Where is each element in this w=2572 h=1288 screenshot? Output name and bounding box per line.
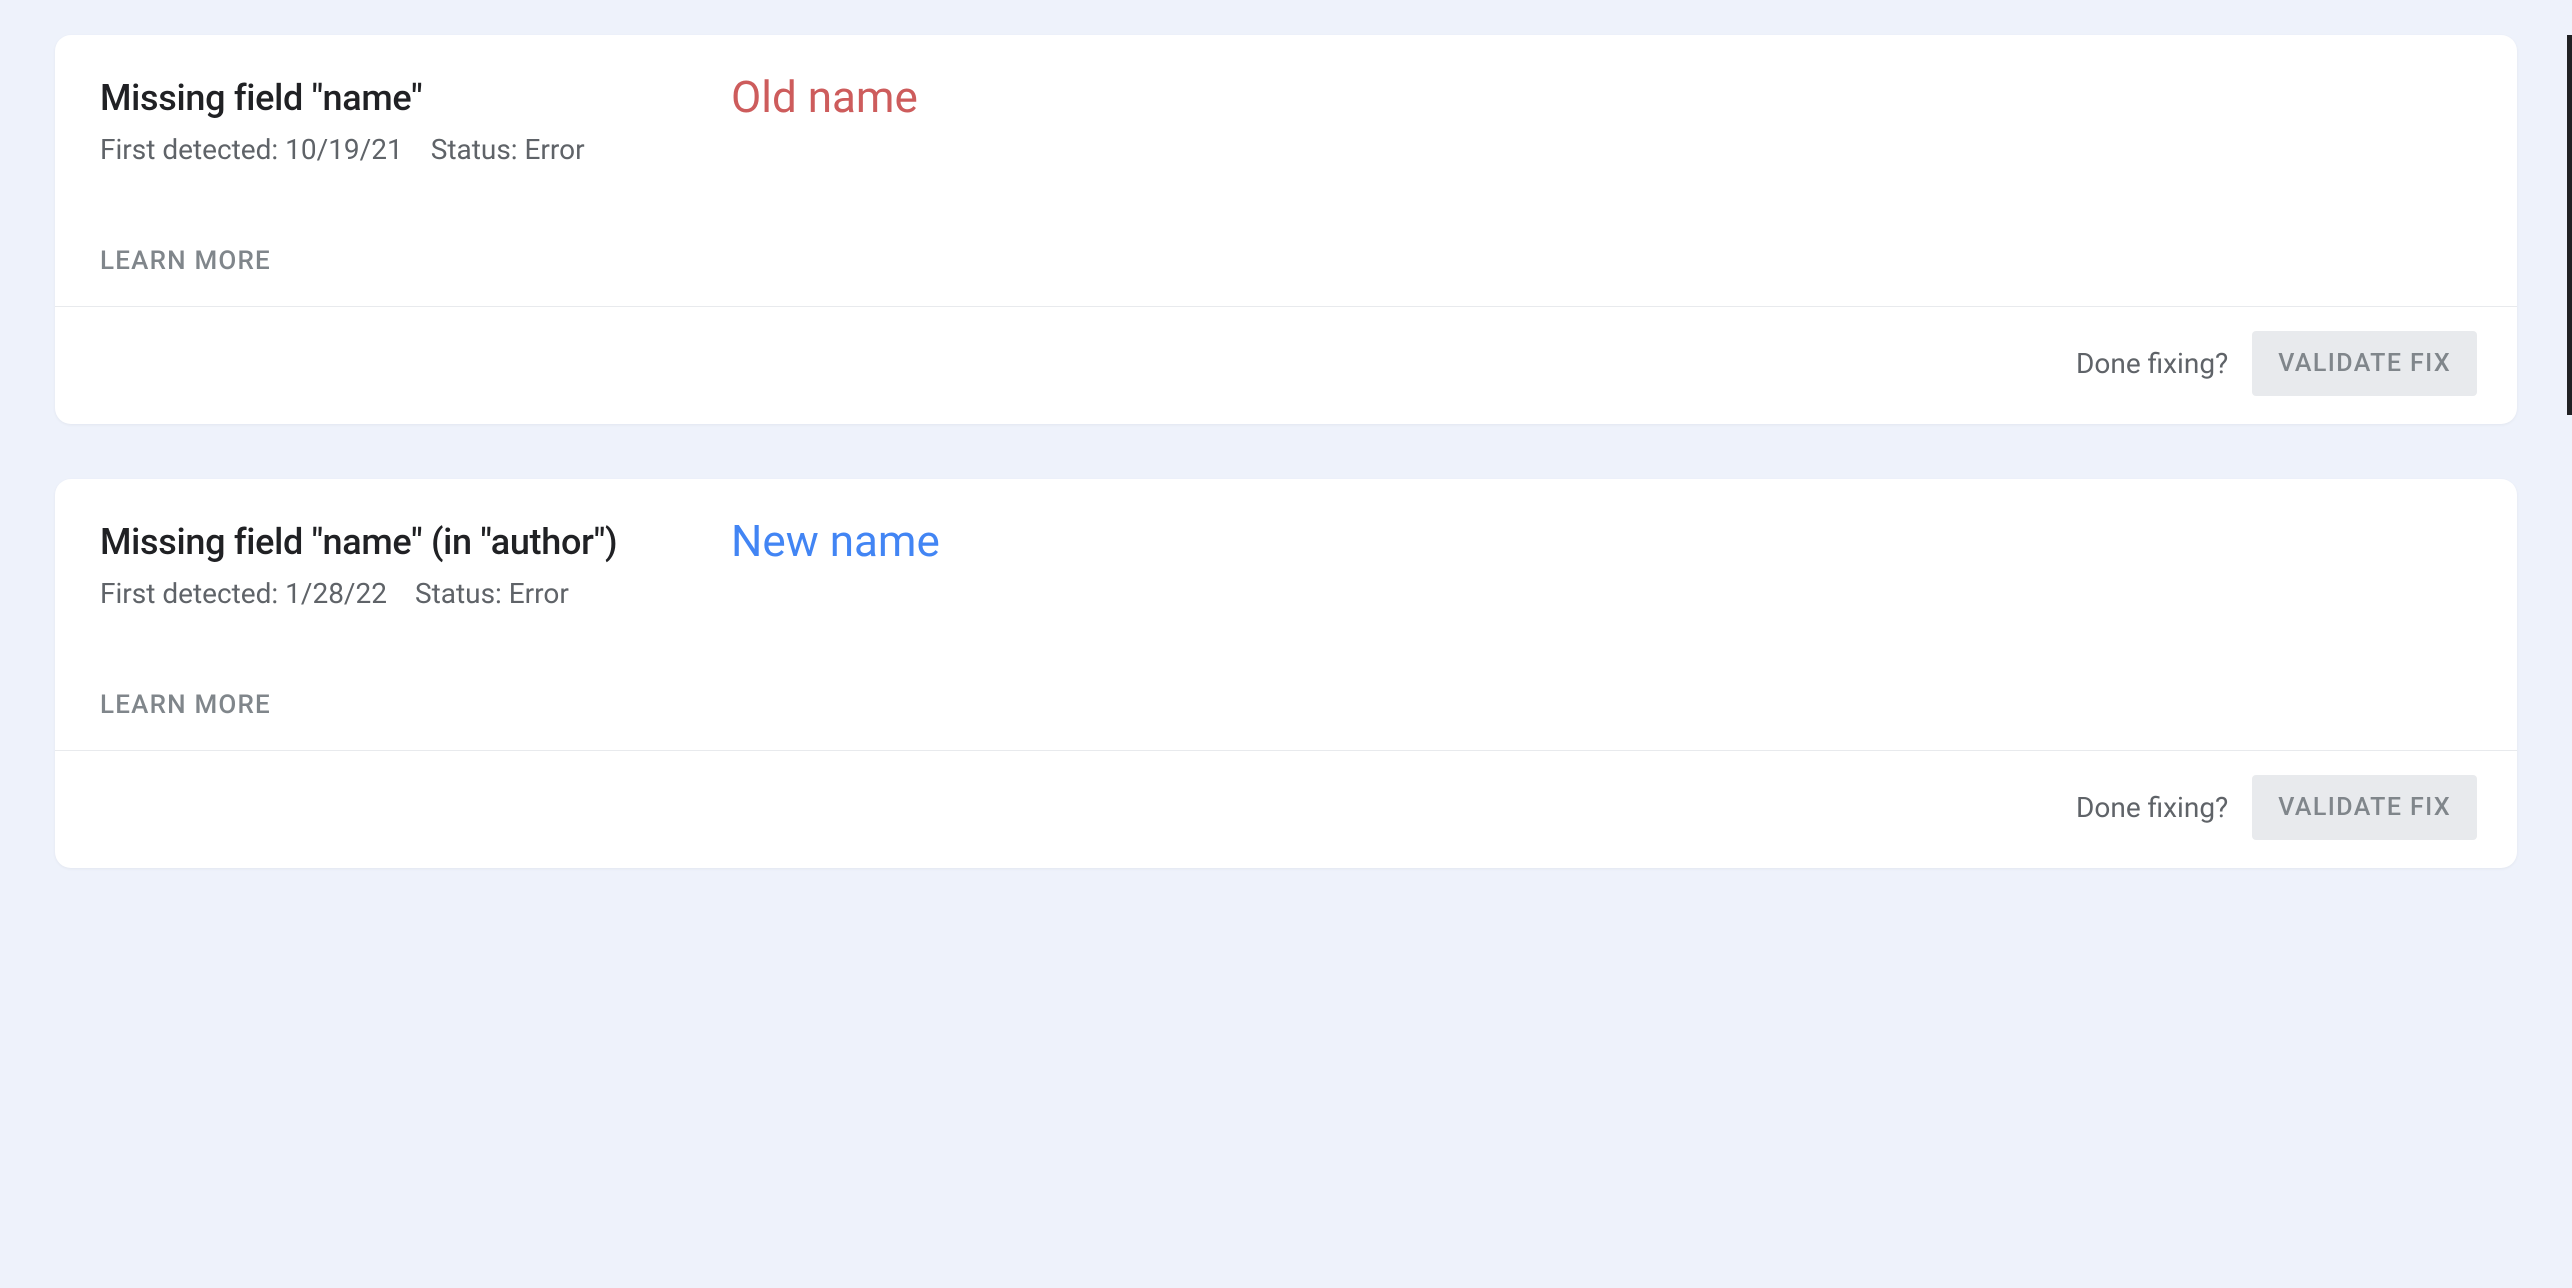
validate-fix-button[interactable]: VALIDATE FIX (2252, 775, 2477, 840)
done-fixing-label: Done fixing? (2076, 791, 2228, 824)
annotation-old: Old name (731, 71, 918, 123)
first-detected-label: First detected: (100, 577, 278, 610)
meta-row: First detected: 10/19/21 Status: Error (100, 133, 2472, 166)
card-header: Missing field "name" Old name First dete… (55, 35, 2517, 306)
status-label: Status: (431, 133, 518, 166)
status-value: Error (525, 133, 585, 166)
status: Status: Error (431, 133, 585, 166)
title-row: Missing field "name" (in "author") New n… (100, 521, 2472, 563)
scrollbar-thumb[interactable] (2567, 35, 2572, 415)
page-container: Missing field "name" Old name First dete… (55, 35, 2517, 868)
first-detected: First detected: 10/19/21 (100, 133, 403, 166)
card-footer: Done fixing? VALIDATE FIX (55, 751, 2517, 868)
status-label: Status: (415, 577, 502, 610)
first-detected: First detected: 1/28/22 (100, 577, 387, 610)
card-header: Missing field "name" (in "author") New n… (55, 479, 2517, 750)
annotation-new: New name (731, 515, 940, 567)
status: Status: Error (415, 577, 569, 610)
learn-more-link[interactable]: LEARN MORE (100, 690, 271, 720)
first-detected-value: 1/28/22 (285, 577, 387, 610)
issue-title: Missing field "name" (100, 77, 422, 119)
title-row: Missing field "name" Old name (100, 77, 2472, 119)
learn-more-link[interactable]: LEARN MORE (100, 246, 271, 276)
meta-row: First detected: 1/28/22 Status: Error (100, 577, 2472, 610)
validate-fix-button[interactable]: VALIDATE FIX (2252, 331, 2477, 396)
issue-card-new: Missing field "name" (in "author") New n… (55, 479, 2517, 868)
issue-card-old: Missing field "name" Old name First dete… (55, 35, 2517, 424)
first-detected-label: First detected: (100, 133, 278, 166)
card-footer: Done fixing? VALIDATE FIX (55, 307, 2517, 424)
first-detected-value: 10/19/21 (285, 133, 403, 166)
issue-title: Missing field "name" (in "author") (100, 521, 617, 563)
done-fixing-label: Done fixing? (2076, 347, 2228, 380)
status-value: Error (509, 577, 569, 610)
